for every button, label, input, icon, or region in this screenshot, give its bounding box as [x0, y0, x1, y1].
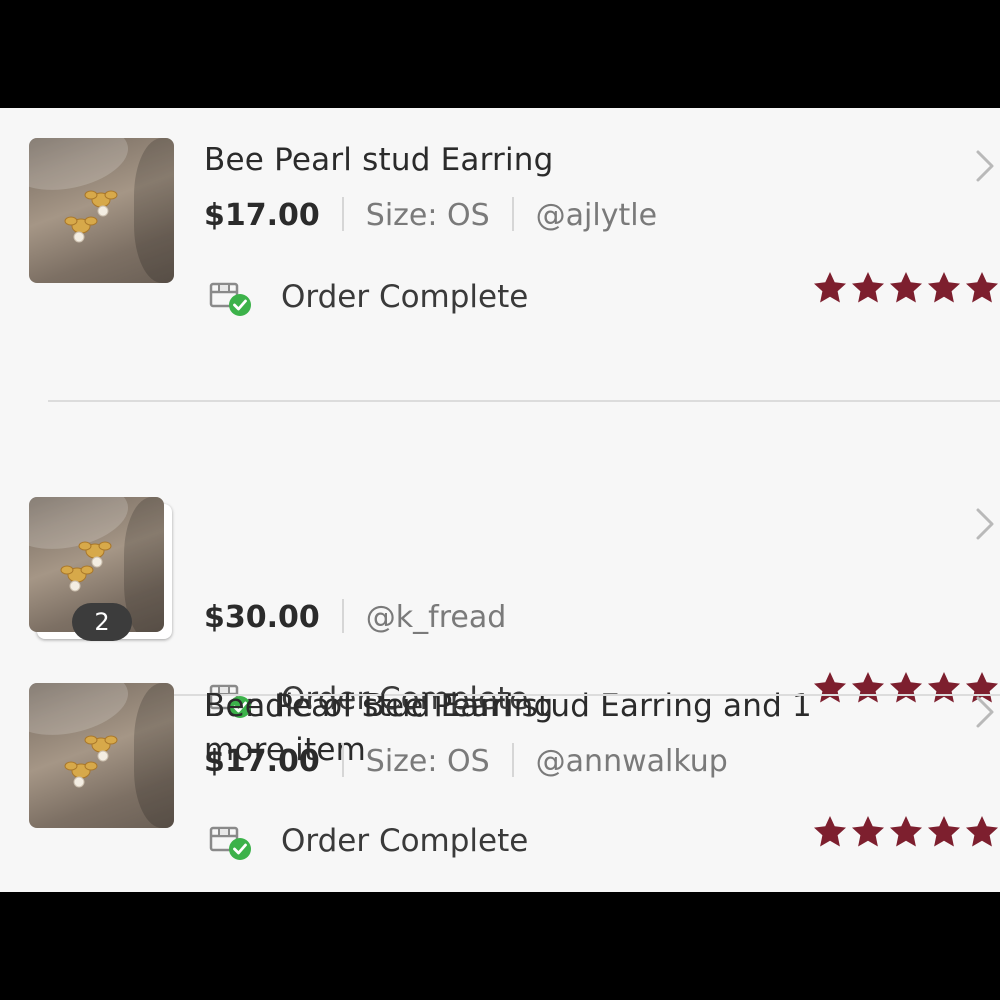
chevron-right-icon[interactable] — [972, 694, 998, 730]
order-item[interactable]: Bee Pearl stud Earring $17.00 Size: OS @an… — [0, 683, 1000, 892]
product-thumbnail[interactable] — [29, 138, 174, 283]
app-screen: Bee Pearl stud Earring $17.00 Size: OS @aj… — [0, 0, 1000, 1000]
star-icon — [966, 816, 998, 847]
order-price: $30.00 — [204, 600, 320, 635]
earring-image — [64, 190, 118, 243]
order-price: $17.00 — [204, 198, 320, 233]
meta-separator — [341, 196, 344, 231]
star-icon — [966, 272, 998, 303]
earring-image — [64, 735, 118, 788]
order-price: $17.00 — [204, 744, 320, 779]
order-list: Bee Pearl stud Earring $17.00 Size: OS @aj… — [0, 108, 1000, 892]
star-icon — [852, 816, 884, 847]
package-delivered-icon — [209, 826, 251, 860]
item-count-badge: 2 — [72, 603, 132, 641]
status-label: Order Complete — [281, 279, 529, 315]
meta-separator — [511, 196, 514, 231]
order-item[interactable]: Bee Pearl stud Earring $17.00 Size: OS @aj… — [0, 108, 1000, 402]
meta-separator — [511, 742, 514, 777]
rating-stars — [812, 814, 1000, 850]
star-icon — [852, 272, 884, 303]
order-size: Size: OS — [365, 744, 490, 779]
meta-separator — [341, 742, 344, 777]
rating-stars — [812, 270, 1000, 306]
order-meta: $17.00 Size: OS @annwalkup — [204, 742, 728, 782]
chevron-right-icon[interactable] — [972, 506, 998, 542]
order-item[interactable]: 2 Bundle of Bee Pearl stud Earring and 1… — [0, 402, 1000, 768]
status-label: Order Complete — [281, 823, 529, 859]
seller-username[interactable]: @ajlytle — [536, 198, 657, 233]
order-size: Size: OS — [365, 198, 490, 233]
order-meta: $17.00 Size: OS @ajlytle — [204, 196, 657, 236]
seller-username[interactable]: @annwalkup — [536, 744, 728, 779]
order-meta: $30.00 @k_fread — [204, 598, 506, 638]
product-thumbnail[interactable] — [29, 683, 174, 828]
chevron-right-icon[interactable] — [972, 148, 998, 184]
star-icon — [814, 272, 846, 303]
star-icon — [890, 816, 922, 847]
meta-separator — [341, 598, 344, 633]
star-icon — [928, 272, 960, 303]
star-icon — [814, 816, 846, 847]
order-title: Bee Pearl stud Earring — [204, 688, 554, 724]
seller-username[interactable]: @k_fread — [366, 600, 507, 635]
order-title: Bee Pearl stud Earring — [204, 142, 554, 178]
star-icon — [890, 272, 922, 303]
package-delivered-icon — [209, 282, 251, 316]
star-icon — [928, 816, 960, 847]
